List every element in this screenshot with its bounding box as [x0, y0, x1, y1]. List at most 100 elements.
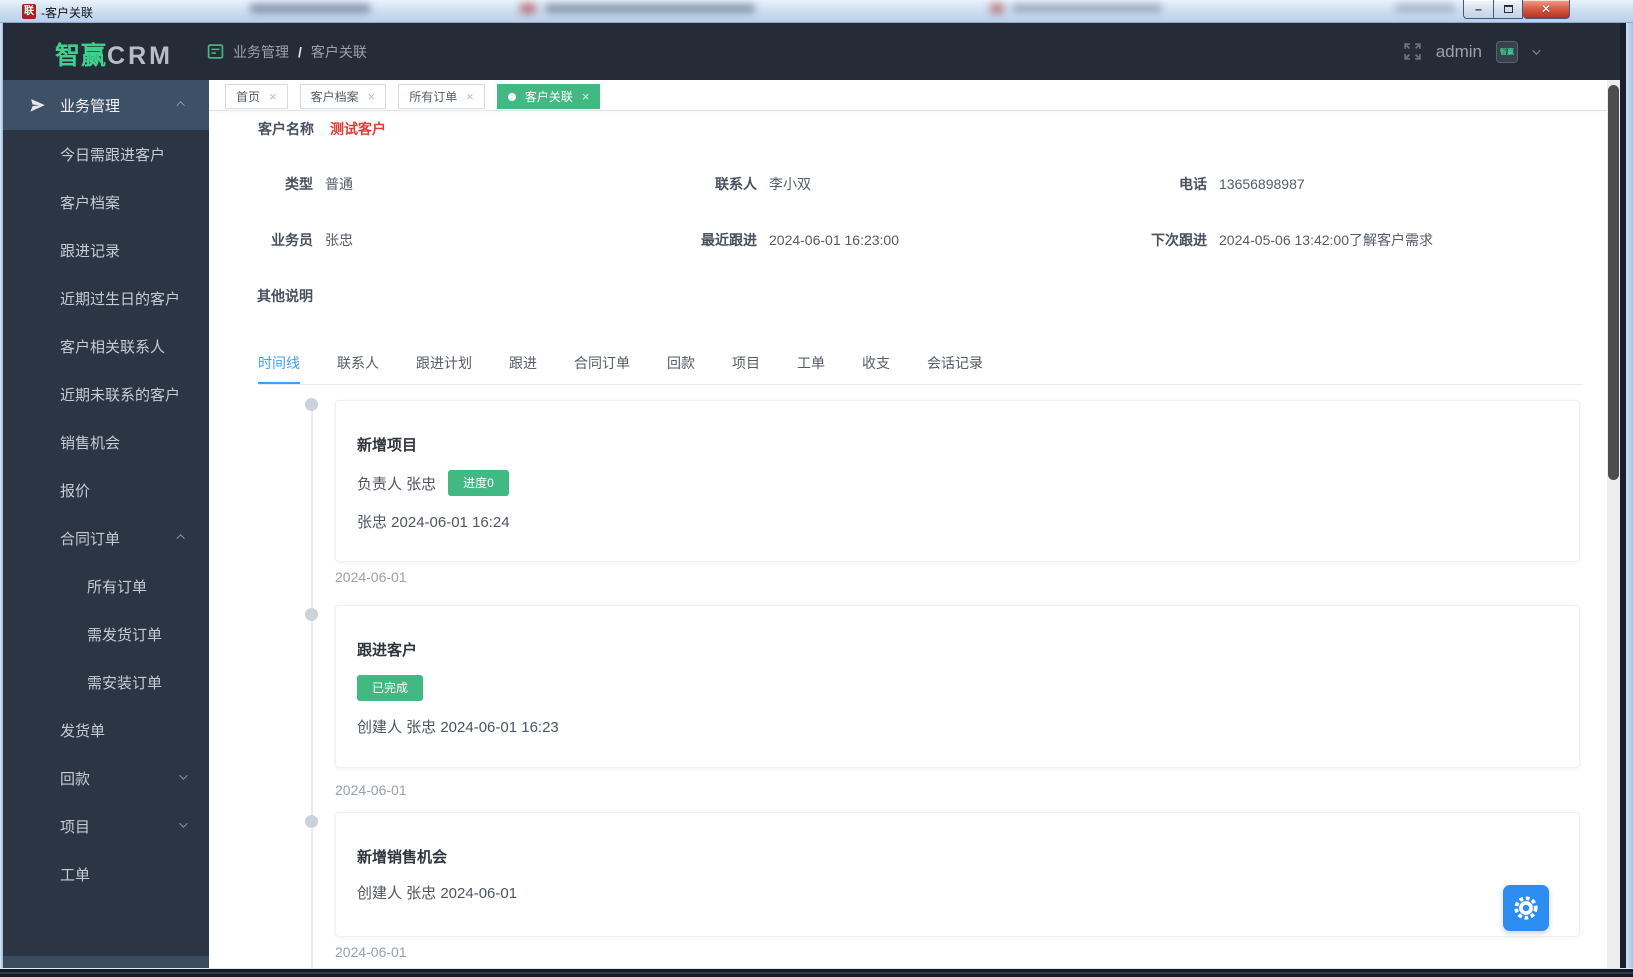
module-icon — [207, 44, 224, 59]
header-right-cluster: admin 智赢 — [1403, 23, 1541, 80]
close-button[interactable]: ✕ — [1523, 0, 1570, 19]
field-salesperson: 业务员 张忠 — [271, 232, 353, 248]
tab-income-expense[interactable]: 收支 — [862, 338, 890, 384]
user-menu-chevron-down-icon[interactable] — [1532, 45, 1541, 55]
sidebar-item-customer-contacts[interactable]: 客户相关联系人 — [3, 322, 209, 370]
sidebar-partial-item — [3, 956, 209, 968]
gear-icon — [1514, 896, 1538, 920]
tab-projects[interactable]: 项目 — [732, 338, 760, 384]
tab-close-icon[interactable]: × — [368, 90, 376, 103]
sidebar-item-to-ship-orders[interactable]: 需发货订单 — [3, 610, 209, 658]
breadcrumb-separator: / — [298, 43, 302, 60]
scrollbar-thumb[interactable] — [1608, 85, 1619, 480]
window-title: -客户关联 — [41, 6, 93, 20]
tab-close-icon[interactable]: × — [466, 90, 474, 103]
chevron-up-icon — [176, 101, 185, 110]
settings-fab-button[interactable] — [1503, 885, 1549, 931]
tab-followup[interactable]: 跟进 — [509, 338, 537, 384]
scrollbar-header-backdrop — [1607, 23, 1620, 80]
page-tabbar: 首页 × 客户档案 × 所有订单 × 客户关联 × — [209, 80, 1607, 111]
sidebar-item-shipping-orders[interactable]: 发货单 — [3, 706, 209, 754]
customer-name-label: 客户名称 — [258, 121, 314, 137]
field-next-followup: 下次跟进 2024-05-06 13:42:00了解客户需求 — [1151, 232, 1433, 248]
progress-badge[interactable]: 进度0 — [448, 470, 509, 496]
tab-work-orders[interactable]: 工单 — [797, 338, 825, 384]
timeline-date: 2024-06-01 — [335, 569, 407, 585]
titlebar-blur-decoration — [520, 3, 536, 14]
fullscreen-icon[interactable] — [1403, 42, 1422, 61]
app-logo: 智赢CRM — [55, 42, 173, 70]
timeline-card-meta: 创建人 张忠 2024-06-01 16:23 — [357, 719, 559, 736]
tab-followup-plan[interactable]: 跟进计划 — [416, 338, 472, 384]
tab-payments[interactable]: 回款 — [667, 338, 695, 384]
status-badge[interactable]: 已完成 — [357, 675, 424, 701]
field-phone: 电话 13656898987 — [1179, 176, 1305, 192]
maximize-button[interactable] — [1493, 0, 1523, 19]
timeline-card-new-opportunity: 新增销售机会 创建人 张忠 2024-06-01 — [335, 812, 1580, 937]
sidebar-item-work-orders[interactable]: 工单 — [3, 850, 209, 898]
page-tab-home[interactable]: 首页 × — [225, 84, 288, 109]
sidebar-item-recent-birthdays[interactable]: 近期过生日的客户 — [3, 274, 209, 322]
sidebar: 业务管理 今日需跟进客户 客户档案 跟进记录 近期过生日的客户 客户相关联系人 … — [3, 80, 209, 968]
app-window: 联 -客户关联 – ✕ 智赢CRM 业务管理 / 客户关联 admin 智赢 业… — [0, 0, 1633, 977]
sidebar-item-label: 业务管理 — [60, 97, 121, 115]
tab-close-icon[interactable]: × — [269, 90, 277, 103]
tab-contract-orders[interactable]: 合同订单 — [574, 338, 630, 384]
sidebar-item-today-followup[interactable]: 今日需跟进客户 — [3, 130, 209, 178]
send-icon — [30, 98, 45, 112]
timeline-dot — [305, 815, 318, 828]
field-other-notes: 其他说明 — [257, 288, 313, 304]
timeline-card-new-project: 新增项目 负责人 张忠 进度0 张忠 2024-06-01 16:24 — [335, 400, 1580, 562]
maximize-icon — [1503, 5, 1513, 13]
timeline-card-followup: 跟进客户 已完成 创建人 张忠 2024-06-01 16:23 — [335, 605, 1580, 768]
sidebar-item-customer-files[interactable]: 客户档案 — [3, 178, 209, 226]
tab-conversation-log[interactable]: 会话记录 — [927, 338, 983, 384]
timeline-card-owner: 负责人 张忠 — [357, 475, 437, 493]
page-tab-customer-relation[interactable]: 客户关联 × — [496, 84, 601, 109]
window-app-icon: 联 — [22, 4, 36, 19]
sidebar-item-contract-orders[interactable]: 合同订单 — [3, 514, 209, 562]
sidebar-item-not-contacted[interactable]: 近期未联系的客户 — [3, 370, 209, 418]
avatar[interactable]: 智赢 — [1496, 40, 1518, 63]
chevron-down-icon — [179, 819, 188, 828]
timeline-card-meta: 创建人 张忠 2024-06-01 — [357, 885, 518, 902]
sidebar-item-payments[interactable]: 回款 — [3, 754, 209, 802]
timeline-dot — [305, 608, 318, 621]
timeline-date: 2024-06-01 — [335, 782, 407, 798]
sidebar-item-to-install-orders[interactable]: 需安装订单 — [3, 658, 209, 706]
page-tab-all-orders[interactable]: 所有订单 × — [398, 84, 485, 109]
os-titlebar: 联 -客户关联 – ✕ — [0, 0, 1633, 23]
timeline-card-meta: 张忠 2024-06-01 16:24 — [357, 514, 510, 531]
sidebar-item-business-management[interactable]: 业务管理 — [3, 80, 209, 130]
sidebar-item-projects[interactable]: 项目 — [3, 802, 209, 850]
breadcrumb-section[interactable]: 业务管理 — [233, 42, 289, 62]
detail-tabs: 时间线 联系人 跟进计划 跟进 合同订单 回款 项目 工单 收支 会话记录 — [258, 338, 1583, 385]
sidebar-item-quotes[interactable]: 报价 — [3, 466, 209, 514]
field-last-followup: 最近跟进 2024-06-01 16:23:00 — [701, 232, 899, 248]
window-controls: – ✕ — [1463, 0, 1570, 19]
username[interactable]: admin — [1436, 42, 1482, 62]
vertical-scrollbar[interactable] — [1607, 80, 1620, 968]
window-frame-right — [1620, 23, 1633, 968]
timeline-line — [311, 402, 313, 968]
sidebar-item-followup-records[interactable]: 跟进记录 — [3, 226, 209, 274]
window-frame-bottom — [0, 968, 1633, 977]
field-type: 类型 普通 — [285, 176, 353, 192]
app-header: 智赢CRM 业务管理 / 客户关联 admin 智赢 — [3, 23, 1620, 80]
timeline-date: 2024-06-01 — [335, 944, 407, 960]
minimize-button[interactable]: – — [1463, 0, 1493, 19]
active-tab-dot — [507, 92, 516, 101]
tab-timeline[interactable]: 时间线 — [258, 338, 300, 384]
main-content: 首页 × 客户档案 × 所有订单 × 客户关联 × 客户名称 测试客户 类型 普… — [209, 80, 1607, 968]
tab-close-icon[interactable]: × — [582, 90, 590, 103]
sidebar-item-all-orders[interactable]: 所有订单 — [3, 562, 209, 610]
titlebar-blur-decoration — [990, 3, 1004, 14]
tab-contacts[interactable]: 联系人 — [337, 338, 379, 384]
field-contact: 联系人 李小双 — [715, 176, 811, 192]
titlebar-blur-decoration — [250, 4, 370, 13]
titlebar-blur-decoration — [545, 4, 755, 13]
page-tab-customer-files[interactable]: 客户档案 × — [299, 84, 387, 109]
sidebar-item-sales-opportunities[interactable]: 销售机会 — [3, 418, 209, 466]
titlebar-blur-decoration — [1395, 4, 1455, 12]
customer-name-value: 测试客户 — [330, 121, 386, 137]
